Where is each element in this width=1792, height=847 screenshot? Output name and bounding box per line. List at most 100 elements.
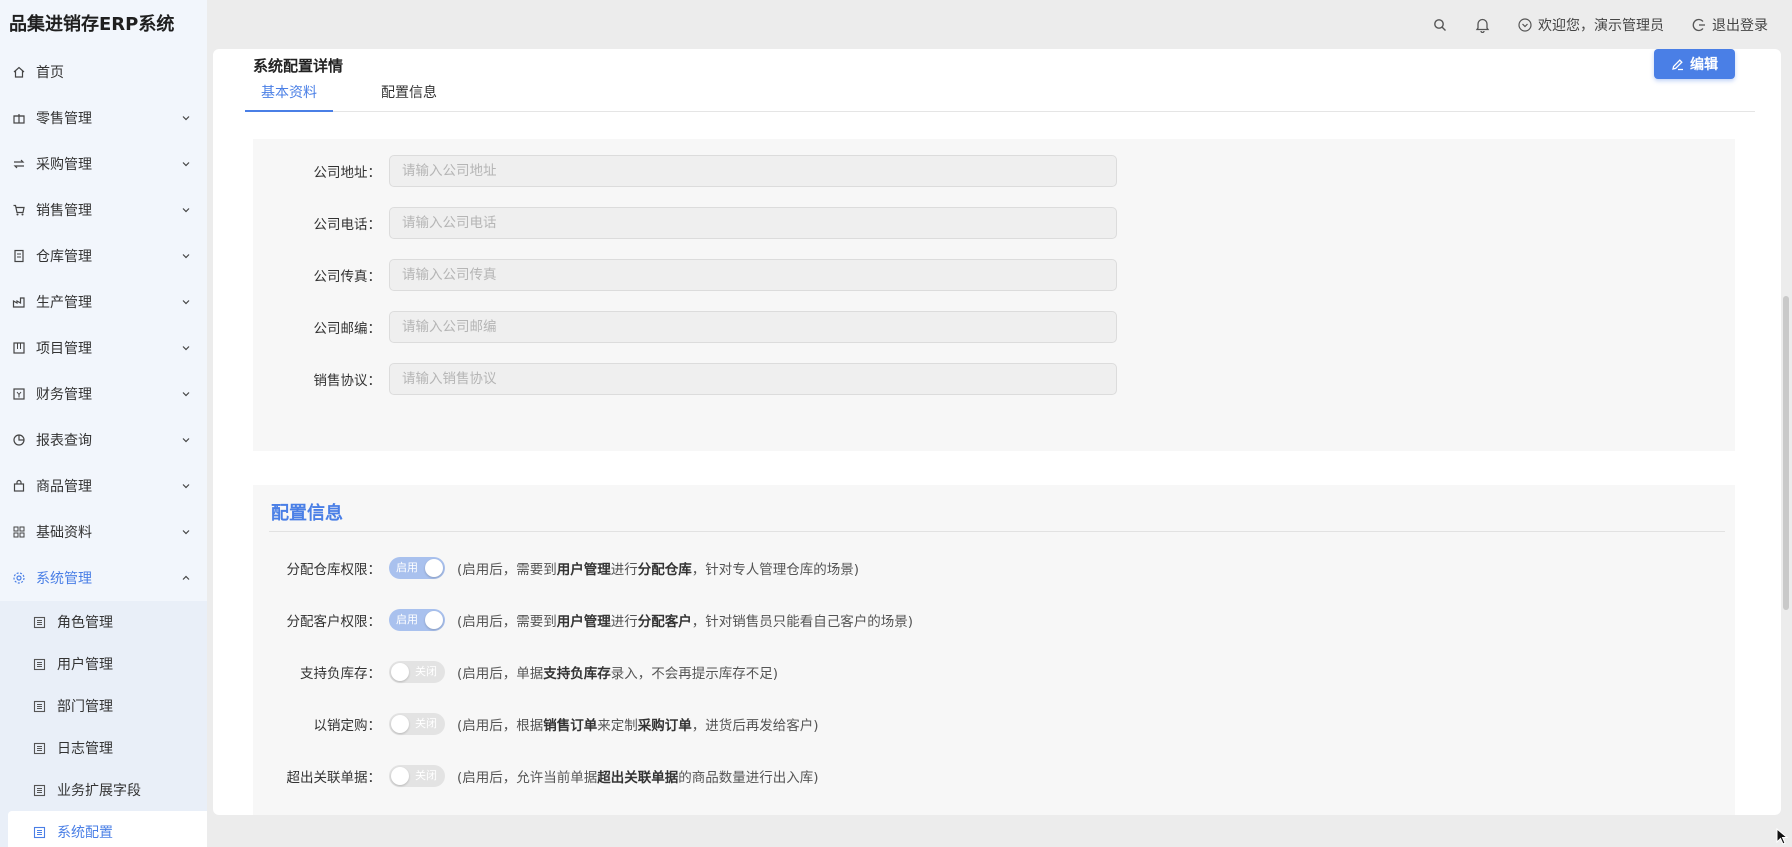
- top-bar: 欢迎您，演示管理员 退出登录: [207, 0, 1792, 49]
- sidebar-item-6[interactable]: 项目管理: [0, 325, 207, 371]
- list-icon: [33, 784, 46, 797]
- user-welcome[interactable]: 欢迎您，演示管理员: [1518, 15, 1664, 35]
- sidebar-item-label: 商品管理: [36, 479, 92, 495]
- toggle-knob: [391, 663, 409, 681]
- form-row: 公司邮编：: [253, 311, 1117, 343]
- sidebar-item-10[interactable]: 基础资料: [0, 509, 207, 555]
- content-scroll-area[interactable]: 公司地址： 公司电话： 公司传真： 公司邮编： 销售协议： 配置信息 分配仓库权限： 启用…: [233, 139, 1763, 815]
- chevron-down-icon: [181, 527, 191, 537]
- sidebar-item-8[interactable]: 报表查询: [0, 417, 207, 463]
- gear-icon: [12, 571, 26, 585]
- form-input[interactable]: [389, 155, 1117, 187]
- system-submenu: 角色管理用户管理 部门管理日志管理业务扩展字段 系统配置: [0, 601, 207, 847]
- notification-button[interactable]: [1475, 17, 1490, 33]
- form-label: 销售协议：: [313, 373, 382, 389]
- config-description: (启用后，需要到用户管理进行分配仓库，针对专人管理仓库的场景): [457, 562, 860, 578]
- sidebar-subitem-0[interactable]: 角色管理: [0, 601, 207, 643]
- form-input[interactable]: [389, 311, 1117, 343]
- config-row: 支持负库存： 关闭 (启用后，单据支持负库存录入，不会再提示库存不足): [253, 659, 778, 685]
- pencil-icon: [1672, 58, 1683, 70]
- edit-label: 编辑: [1690, 57, 1718, 73]
- sidebar-subitem-label: 角色管理: [57, 615, 113, 631]
- config-description: (启用后，允许当前单据超出关联单据的商品数量进行出入库): [457, 770, 819, 786]
- sidebar-item-label: 销售管理: [36, 203, 92, 219]
- sidebar-item-1[interactable]: 零售管理: [0, 95, 207, 141]
- config-label: 分配客户权限：: [286, 614, 382, 630]
- section-divider: [269, 531, 1725, 532]
- search-button[interactable]: [1433, 18, 1447, 32]
- config-toggle-switch[interactable]: 启用: [389, 609, 445, 631]
- config-row: 超出关联单据： 关闭 (启用后，允许当前单据超出关联单据的商品数量进行出入库): [253, 763, 819, 789]
- sidebar-subitem-1[interactable]: 用户管理: [0, 643, 207, 685]
- logout-button[interactable]: 退出登录: [1692, 15, 1768, 35]
- form-label: 公司传真：: [313, 269, 382, 285]
- basic-info-section: 公司地址： 公司电话： 公司传真： 公司邮编： 销售协议：: [253, 139, 1735, 451]
- config-toggle-switch[interactable]: 启用: [389, 557, 445, 579]
- toggle-state-text: 关闭: [415, 665, 437, 678]
- logout-icon: [1692, 18, 1705, 31]
- grid-icon: [12, 525, 26, 539]
- list-icon: [33, 742, 46, 755]
- sidebar-subitem-label: 日志管理: [57, 741, 113, 757]
- sidebar-item-9[interactable]: 商品管理: [0, 463, 207, 509]
- welcome-text: 欢迎您，演示管理员: [1538, 17, 1664, 34]
- sidebar-item-4[interactable]: 仓库管理: [0, 233, 207, 279]
- sidebar-item-5[interactable]: 生产管理: [0, 279, 207, 325]
- tab-config-info[interactable]: 配置信息: [365, 76, 453, 112]
- main-card: 系统配置详情 编辑 基本资料 配置信息 公司地址： 公司电话： 公司传真： 公司邮编：…: [213, 49, 1781, 815]
- config-description: (启用后，根据销售订单来定制采购订单，进货后再发给客户): [457, 718, 819, 734]
- sidebar-item-label: 报表查询: [36, 433, 92, 449]
- chevron-down-icon: [181, 389, 191, 399]
- toggle-knob: [391, 715, 409, 733]
- sidebar-item-3[interactable]: 销售管理: [0, 187, 207, 233]
- form-input[interactable]: [389, 207, 1117, 239]
- search-icon: [1434, 18, 1446, 31]
- toggle-state-text: 启用: [396, 561, 418, 574]
- chevron-down-icon: [181, 113, 191, 123]
- sidebar-item-7[interactable]: 财务管理: [0, 371, 207, 417]
- sidebar: 品集进销存ERP系统 首页 零售管理 采购管理 销售管理 仓库管理 生产管理 项目管理 财务管…: [0, 0, 207, 847]
- config-label: 分配仓库权限：: [286, 562, 382, 578]
- gift-icon: [12, 111, 26, 125]
- sidebar-item-label: 财务管理: [36, 387, 92, 403]
- mouse-cursor-icon: [1776, 828, 1789, 845]
- finance-icon: [12, 387, 26, 401]
- edit-button[interactable]: 编辑: [1654, 49, 1735, 79]
- config-label: 以销定购：: [313, 718, 382, 734]
- form-input[interactable]: [389, 259, 1117, 291]
- config-toggle-switch[interactable]: 关闭: [389, 661, 445, 683]
- list-icon: [33, 616, 46, 629]
- sidebar-item-2[interactable]: 采购管理: [0, 141, 207, 187]
- bag-icon: [12, 479, 26, 493]
- sidebar-item-label: 仓库管理: [36, 249, 92, 265]
- toggle-knob: [425, 611, 443, 629]
- chevron-down-icon: [181, 435, 191, 445]
- sidebar-subitem-3[interactable]: 日志管理: [0, 727, 207, 769]
- scrollbar-thumb[interactable]: [1783, 296, 1789, 610]
- sidebar-item-11[interactable]: 系统管理: [0, 555, 207, 601]
- config-description: (启用后，需要到用户管理进行分配客户，针对销售员只能看自己客户的场景): [457, 614, 914, 630]
- sidebar-item-label: 系统管理: [36, 571, 92, 587]
- pie-chart-icon: [12, 433, 26, 447]
- sidebar-subitem-4[interactable]: 业务扩展字段: [0, 769, 207, 811]
- config-label: 超出关联单据：: [286, 770, 382, 786]
- tab-basic-info[interactable]: 基本资料: [245, 76, 333, 112]
- list-icon: [33, 658, 46, 671]
- form-label: 公司邮编：: [313, 321, 382, 337]
- toggle-state-text: 关闭: [415, 769, 437, 782]
- sidebar-item-label: 采购管理: [36, 157, 92, 173]
- page-scrollbar[interactable]: [1780, 62, 1790, 824]
- form-row: 公司电话：: [253, 207, 1117, 239]
- logout-label: 退出登录: [1712, 17, 1768, 34]
- toggle-knob: [425, 559, 443, 577]
- sidebar-item-0[interactable]: 首页: [0, 49, 207, 95]
- chevron-up-icon: [181, 573, 191, 583]
- form-input[interactable]: [389, 363, 1117, 395]
- sidebar-menu: 首页 零售管理采购管理销售管理仓库管理生产管理 项目管理财务管理报表查询商品管理基础…: [0, 49, 207, 847]
- sidebar-item-label: 基础资料: [36, 525, 92, 541]
- config-toggle-switch[interactable]: 关闭: [389, 713, 445, 735]
- sidebar-subitem-2[interactable]: 部门管理: [0, 685, 207, 727]
- config-toggle-switch[interactable]: 关闭: [389, 765, 445, 787]
- form-label: 公司电话：: [313, 217, 382, 233]
- sidebar-subitem-5[interactable]: 系统配置: [8, 811, 207, 847]
